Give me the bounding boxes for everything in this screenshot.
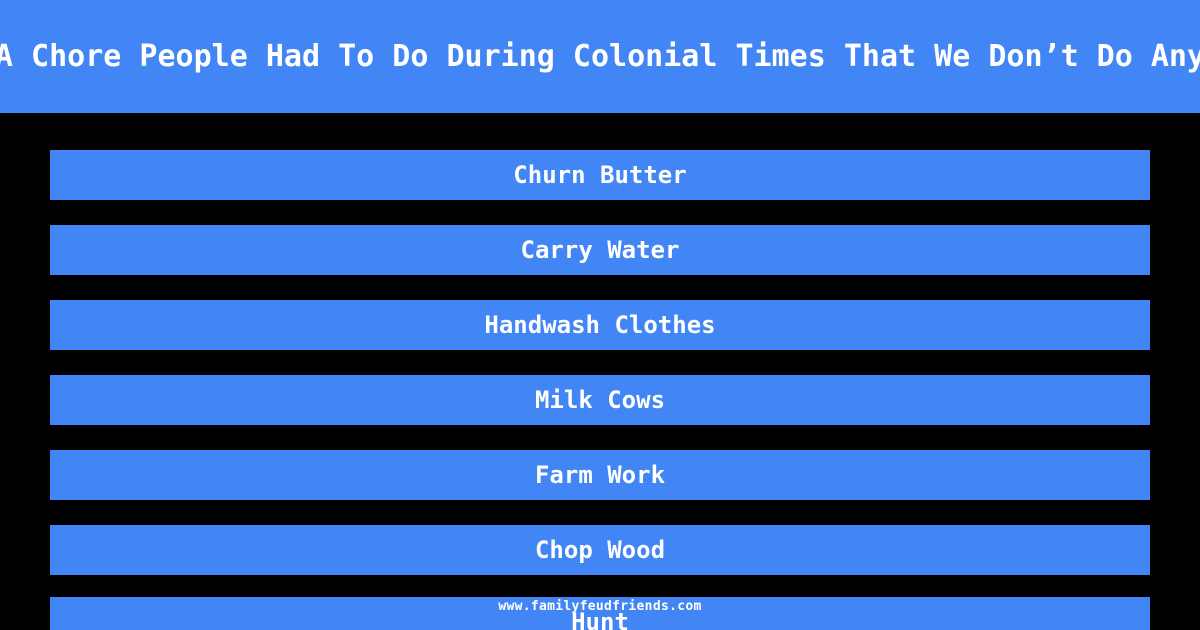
answer-label-6: Chop Wood bbox=[534, 536, 666, 564]
answer-row-6[interactable]: Chop Wood bbox=[50, 525, 1150, 575]
answer-label-5: Farm Work bbox=[534, 461, 666, 489]
answer-row-7[interactable]: Hunt bbox=[50, 597, 1150, 630]
answer-label-4: Milk Cows bbox=[534, 386, 666, 414]
answer-label-1: Churn Butter bbox=[513, 161, 687, 189]
answer-label-3: Handwash Clothes bbox=[484, 311, 716, 339]
answer-board: Churn Butter Carry Water Handwash Clothe… bbox=[0, 113, 1200, 630]
answer-row-1[interactable]: Churn Butter bbox=[50, 150, 1150, 200]
question-header-bar: Name A Chore People Had To Do During Col… bbox=[0, 0, 1200, 113]
answer-row-4[interactable]: Milk Cows bbox=[50, 375, 1150, 425]
answer-row-3[interactable]: Handwash Clothes bbox=[50, 300, 1150, 350]
answer-row-5[interactable]: Farm Work bbox=[50, 450, 1150, 500]
answer-label-7: Hunt bbox=[571, 608, 629, 630]
answer-row-2[interactable]: Carry Water bbox=[50, 225, 1150, 275]
screenshot-stage: Name A Chore People Had To Do During Col… bbox=[0, 0, 1200, 630]
question-title: Name A Chore People Had To Do During Col… bbox=[0, 39, 1200, 74]
answer-label-2: Carry Water bbox=[520, 236, 680, 264]
